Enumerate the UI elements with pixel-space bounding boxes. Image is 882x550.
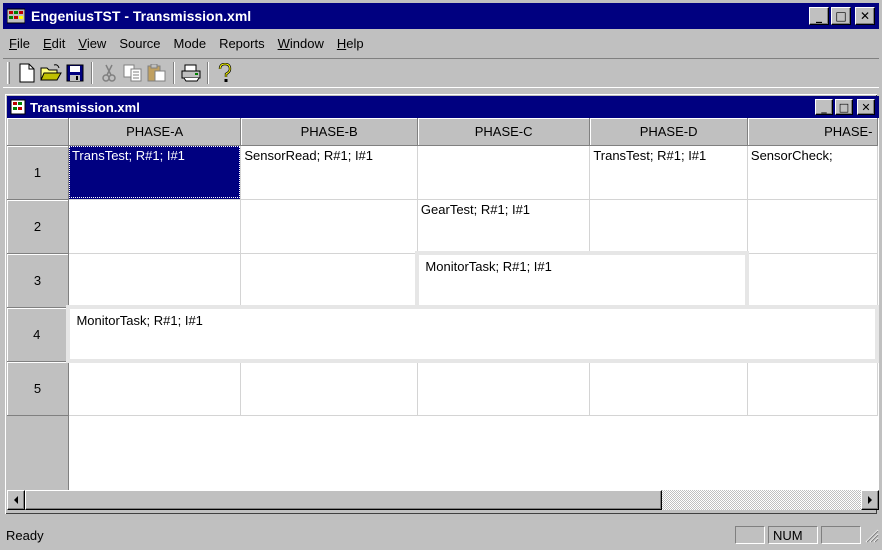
toolbar xyxy=(3,58,879,88)
menu-window[interactable]: Window xyxy=(272,36,331,51)
menu-reports[interactable]: Reports xyxy=(213,36,272,51)
maximize-button[interactable]: □ xyxy=(831,7,851,25)
grid-cell-2-d[interactable] xyxy=(589,199,748,254)
document-close-button[interactable]: ✕ xyxy=(857,99,875,115)
menu-edit[interactable]: Edit xyxy=(37,36,72,51)
grid-cell-2-e[interactable] xyxy=(747,199,878,254)
scroll-right-button[interactable] xyxy=(861,490,879,510)
document-icon[interactable] xyxy=(10,99,26,115)
grid-header-row: PHASE-A PHASE-B PHASE-C PHASE-D PHASE- xyxy=(7,118,878,146)
column-header-phase-a[interactable]: PHASE-A xyxy=(68,118,242,146)
document-title: Transmission.xml xyxy=(30,99,140,115)
toolbar-grip[interactable] xyxy=(7,62,10,84)
grid-cell-2-c[interactable]: GearTest; R#1; I#1 xyxy=(417,199,591,254)
document-window: Transmission.xml _ □ ✕ PHASE-A PHASE-B P… xyxy=(3,92,879,516)
table-row: 1 TransTest; R#1; I#1 SensorRead; R#1; I… xyxy=(7,145,878,200)
grid-cell-1-e[interactable]: SensorCheck; xyxy=(747,145,878,200)
menu-source[interactable]: Source xyxy=(113,36,167,51)
toolbar-separator xyxy=(173,62,175,84)
toolbar-separator xyxy=(207,62,209,84)
document-maximize-button[interactable]: □ xyxy=(835,99,853,115)
menu-file[interactable]: File xyxy=(3,36,37,51)
menu-mode[interactable]: Mode xyxy=(168,36,214,51)
status-text: Ready xyxy=(6,527,44,543)
column-header-phase-b[interactable]: PHASE-B xyxy=(240,118,418,146)
grid-cell-5-c[interactable] xyxy=(417,361,591,416)
grid-cell-5-b[interactable] xyxy=(240,361,418,416)
open-folder-icon[interactable] xyxy=(39,61,63,85)
row-header-3[interactable]: 3 xyxy=(7,253,69,308)
row-header-5[interactable]: 5 xyxy=(7,361,69,416)
arrow-right-icon xyxy=(868,496,872,504)
app-title: EngeniusTST - Transmission.xml xyxy=(31,8,252,24)
status-panel-num: NUM xyxy=(768,526,818,544)
document-titlebar[interactable]: Transmission.xml _ □ ✕ xyxy=(7,96,879,118)
grid-viewport[interactable]: PHASE-A PHASE-B PHASE-C PHASE-D PHASE- 1… xyxy=(7,118,879,490)
grid-cell-2-b[interactable] xyxy=(240,199,418,254)
status-panel-caps xyxy=(735,526,765,544)
scrollbar-thumb[interactable] xyxy=(25,490,662,510)
close-button[interactable]: ✕ xyxy=(855,7,875,25)
application-window: EngeniusTST - Transmission.xml _ □ ✕ Fil… xyxy=(0,0,882,550)
status-panel-scroll xyxy=(821,526,861,544)
column-header-phase-e[interactable]: PHASE- xyxy=(747,118,878,146)
menu-view[interactable]: View xyxy=(72,36,113,51)
table-row: 3 MonitorTask; R#1; I#1 xyxy=(7,251,878,309)
scroll-left-button[interactable] xyxy=(7,490,25,510)
menu-help[interactable]: Help xyxy=(331,36,371,51)
phase-grid: PHASE-A PHASE-B PHASE-C PHASE-D PHASE- 1… xyxy=(7,118,879,416)
column-header-phase-c[interactable]: PHASE-C xyxy=(417,118,591,146)
grid-cell-1-b[interactable]: SensorRead; R#1; I#1 xyxy=(240,145,418,200)
row-header-1[interactable]: 1 xyxy=(7,145,69,200)
grid-cell-4-span[interactable]: MonitorTask; R#1; I#1 xyxy=(66,305,879,363)
grid-cell-5-d[interactable] xyxy=(589,361,748,416)
grid-cell-1-a[interactable]: TransTest; R#1; I#1 xyxy=(68,145,242,200)
table-row: 5 xyxy=(7,361,878,416)
table-row: 4 MonitorTask; R#1; I#1 xyxy=(7,305,879,363)
row-header-2[interactable]: 2 xyxy=(7,199,69,254)
cut-icon xyxy=(97,61,121,85)
document-window-controls: _ □ ✕ xyxy=(815,99,875,115)
grid-cell-3-b[interactable] xyxy=(240,253,418,308)
paste-icon xyxy=(145,61,169,85)
grid-cell-3-e[interactable] xyxy=(747,253,878,308)
minimize-button[interactable]: _ xyxy=(809,7,829,25)
app-titlebar[interactable]: EngeniusTST - Transmission.xml _ □ ✕ xyxy=(3,3,879,29)
arrow-left-icon xyxy=(14,496,18,504)
grid-cell-5-e[interactable] xyxy=(747,361,878,416)
help-icon[interactable] xyxy=(213,61,237,85)
copy-icon xyxy=(121,61,145,85)
scrollbar-track[interactable] xyxy=(662,490,861,510)
column-header-phase-d[interactable]: PHASE-D xyxy=(589,118,748,146)
grid-corner[interactable] xyxy=(7,118,69,146)
horizontal-scrollbar[interactable] xyxy=(7,490,879,510)
grid-cell-1-d[interactable]: TransTest; R#1; I#1 xyxy=(589,145,748,200)
row-header-4[interactable]: 4 xyxy=(7,307,69,362)
window-controls: _ □ ✕ xyxy=(809,7,875,25)
print-icon[interactable] xyxy=(179,61,203,85)
size-grip-icon[interactable] xyxy=(863,527,879,543)
menu-bar: File Edit View Source Mode Reports Windo… xyxy=(3,32,879,54)
document-minimize-button[interactable]: _ xyxy=(815,99,833,115)
save-icon[interactable] xyxy=(63,61,87,85)
grid-cell-1-c[interactable] xyxy=(417,145,591,200)
toolbar-separator xyxy=(91,62,93,84)
table-row: 2 GearTest; R#1; I#1 xyxy=(7,199,878,254)
grid-cell-3-a[interactable] xyxy=(68,253,242,308)
new-file-icon[interactable] xyxy=(15,61,39,85)
grid-cell-5-a[interactable] xyxy=(68,361,242,416)
app-icon[interactable] xyxy=(6,7,26,25)
status-bar: Ready NUM xyxy=(3,524,879,546)
grid-cell-3-cd-span[interactable]: MonitorTask; R#1; I#1 xyxy=(415,251,750,309)
grid-cell-2-a[interactable] xyxy=(68,199,242,254)
